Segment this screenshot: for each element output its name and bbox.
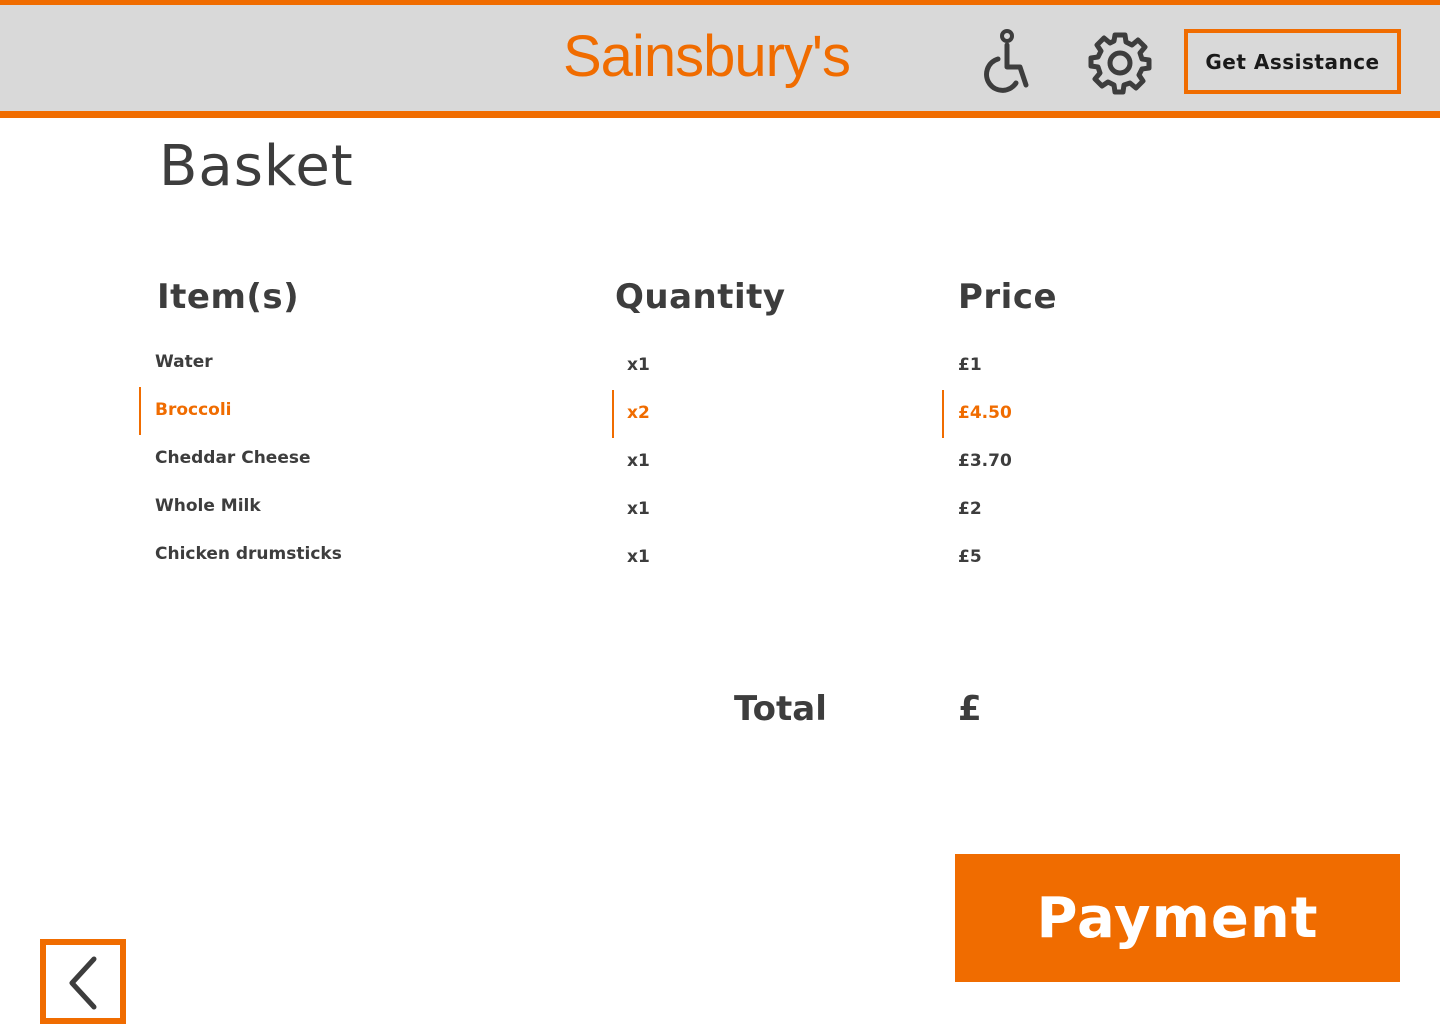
item-quantity[interactable]: x1 xyxy=(627,498,650,520)
selected-row-indicator xyxy=(139,387,141,435)
item-price: £3.70 xyxy=(958,451,1012,471)
get-assistance-button[interactable]: Get Assistance xyxy=(1184,29,1401,94)
column-header-items: Item(s) xyxy=(157,277,300,317)
payment-button[interactable]: Payment xyxy=(955,854,1400,982)
settings-button[interactable] xyxy=(1088,31,1152,95)
item-price-selected: £4.50 xyxy=(958,403,1012,423)
item-price: £2 xyxy=(958,499,982,519)
selected-price-indicator xyxy=(942,390,944,438)
item-name-selected[interactable]: Broccoli xyxy=(155,399,232,421)
total-value: £ xyxy=(958,689,982,729)
item-name[interactable]: Water xyxy=(155,351,213,373)
total-label: Total xyxy=(734,689,827,729)
item-quantity[interactable]: x1 xyxy=(627,450,650,472)
accessibility-wheelchair-icon xyxy=(984,29,1029,93)
item-name[interactable]: Whole Milk xyxy=(155,495,261,517)
back-button[interactable] xyxy=(40,939,126,1024)
item-name[interactable]: Cheddar Cheese xyxy=(155,447,311,469)
item-name[interactable]: Chicken drumsticks xyxy=(155,543,342,565)
top-header: Sainsbury's Get Assistance xyxy=(0,0,1440,118)
selected-quantity-indicator xyxy=(612,390,614,438)
chevron-left-icon xyxy=(69,956,97,1010)
item-price: £1 xyxy=(958,355,982,375)
page-title: Basket xyxy=(159,134,354,199)
item-price: £5 xyxy=(958,547,982,567)
gear-icon xyxy=(1088,32,1152,95)
column-header-price: Price xyxy=(958,277,1058,317)
accessibility-button[interactable] xyxy=(978,29,1034,95)
item-quantity[interactable]: x1 xyxy=(627,546,650,568)
item-quantity-selected[interactable]: x2 xyxy=(627,402,650,424)
brand-logo: Sainsbury's xyxy=(563,24,851,89)
item-quantity[interactable]: x1 xyxy=(627,354,650,376)
column-header-quantity: Quantity xyxy=(615,277,786,317)
